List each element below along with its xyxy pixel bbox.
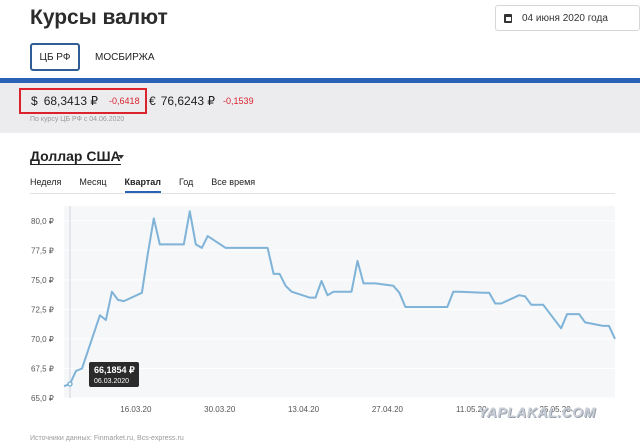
date-picker-value: 04 июня 2020 года (522, 12, 608, 24)
tooltip-point (67, 381, 73, 387)
tooltip-value: 66,1854 ₽ (94, 365, 135, 375)
currency-selector[interactable]: Доллар США (30, 148, 121, 165)
usd-symbol: $ (31, 94, 38, 108)
eur-rate-value: 76,6243 ₽ (160, 94, 216, 108)
y-tick-label: 67,5 ₽ (31, 364, 54, 373)
y-tick-label: 75,0 ₽ (31, 276, 54, 285)
tab-moex[interactable]: МОСБИРЖА (95, 52, 155, 63)
tabs-divider (30, 193, 615, 194)
usd-rate-value: 68,3413 ₽ (43, 94, 99, 108)
tab-month[interactable]: Месяц (79, 176, 106, 193)
tab-week[interactable]: Неделя (30, 176, 61, 193)
tab-quarter[interactable]: Квартал (124, 176, 161, 193)
eur-symbol: € (149, 94, 156, 108)
eur-rate: € 76,6243 ₽ -0,1539 (149, 94, 254, 108)
watermark: YAPLAKAL.COM (478, 404, 596, 420)
footer-note: Источники данных: Finmarket.ru, Bcs-expr… (30, 435, 184, 442)
x-tick-label: 27.04.20 (372, 405, 404, 414)
y-tick-labels: 65,0 ₽ 67,5 ₽ 70,0 ₽ 72,5 ₽ 75,0 ₽ 77,5 ₽ 80,0… (31, 217, 54, 403)
x-tick-label: 13.04.20 (288, 405, 320, 414)
y-tick-label: 72,5 ₽ (31, 305, 54, 314)
usd-rate-change: -0,6418 (109, 96, 140, 106)
tab-all-time[interactable]: Все время (211, 176, 255, 193)
date-picker[interactable]: 04 июня 2020 года (495, 5, 640, 31)
usd-rate-highlight: $ 68,3413 ₽ -0,6418 (19, 88, 147, 114)
eur-rate-change: -0,1539 (223, 96, 254, 106)
rate-chart[interactable]: 65,0 ₽ 67,5 ₽ 70,0 ₽ 72,5 ₽ 75,0 ₽ 77,5 ₽ 80,0… (0, 198, 640, 434)
tab-cbr[interactable]: ЦБ РФ (30, 43, 80, 71)
tooltip-date: 06.03.2020 (94, 378, 129, 385)
calendar-icon (504, 13, 512, 23)
y-tick-label: 80,0 ₽ (31, 217, 54, 226)
source-tabs: ЦБ РФ МОСБИРЖА (30, 43, 155, 71)
y-tick-label: 70,0 ₽ (31, 335, 54, 344)
chevron-down-icon[interactable] (118, 155, 124, 159)
y-tick-label: 77,5 ₽ (31, 246, 54, 255)
rates-note: По курсу ЦБ РФ с 04.06.2020 (30, 116, 125, 123)
x-tick-label: 30.03.20 (204, 405, 236, 414)
y-tick-label: 65,0 ₽ (31, 394, 54, 403)
page-title: Курсы валют (30, 6, 168, 29)
x-tick-label: 16.03.20 (120, 405, 152, 414)
chart-plot-area (64, 206, 615, 398)
tab-year[interactable]: Год (179, 176, 193, 193)
